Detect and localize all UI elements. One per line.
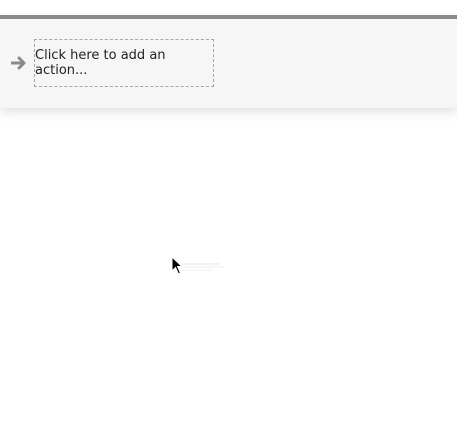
arrow-right-icon	[11, 56, 26, 70]
cursor-motion-trail	[182, 263, 224, 271]
action-panel: Click here to add an action...	[0, 15, 457, 108]
page: Click here to add an action...	[0, 0, 457, 447]
add-action-button[interactable]: Click here to add an action...	[34, 39, 214, 87]
